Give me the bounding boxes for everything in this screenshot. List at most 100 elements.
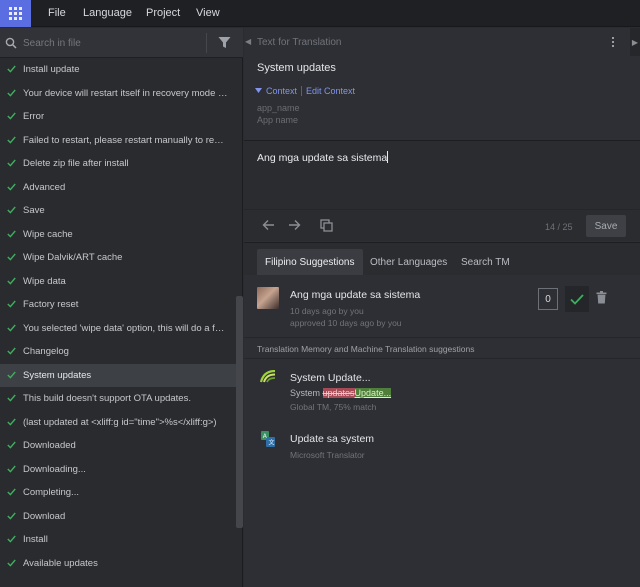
approved-check-icon (7, 253, 16, 261)
mt-suggestion-title: Update sa system (290, 433, 375, 445)
string-list-item-label: System updates (23, 369, 92, 381)
string-list-item[interactable]: Wipe cache (0, 223, 236, 247)
tab-search-tm[interactable]: Search TM (453, 249, 518, 276)
string-list-item[interactable]: This build doesn't support OTA updates. (0, 387, 236, 411)
string-list-item-label: You selected 'wipe data' option, this wi… (23, 322, 228, 334)
source-header: ◀ Text for Translation ▶ (244, 28, 640, 56)
strings-panel: Search in file Install update Your device… (0, 28, 243, 587)
editor-toolbar: 14 / 25 Save (244, 209, 640, 241)
string-list-item[interactable]: You selected 'wipe data' option, this wi… (0, 317, 236, 341)
copy-source-icon[interactable] (320, 219, 333, 232)
editor-panel: ◀ Text for Translation ▶ System updates … (244, 28, 640, 587)
string-list-item[interactable]: Completing... (0, 481, 236, 505)
approved-check-icon (7, 89, 16, 97)
text-caret (387, 151, 389, 163)
character-counter: 14 / 25 (545, 222, 573, 232)
menu-bar: File Language Project View (0, 0, 640, 27)
string-list-item[interactable]: Changelog (0, 340, 236, 364)
tm-suggestion-item[interactable]: System Update... System updatesUpdate...… (244, 360, 640, 412)
string-list-item-label: Download (23, 510, 66, 522)
menu-file[interactable]: File (48, 7, 66, 19)
string-list-item[interactable]: Error (0, 105, 236, 129)
trash-icon[interactable] (596, 291, 607, 304)
string-list-item-label: This build doesn't support OTA updates. (23, 393, 191, 405)
approved-check-icon (7, 512, 16, 520)
string-list-item-label: Install update (23, 64, 80, 76)
string-list-item-label: Factory reset (23, 299, 79, 311)
source-header-title: Text for Translation (257, 37, 342, 48)
string-list-item[interactable]: Downloading... (0, 458, 236, 482)
tm-logo-icon (259, 370, 276, 383)
menu-language[interactable]: Language (83, 7, 132, 19)
approved-check-icon (7, 324, 16, 332)
approved-check-icon (7, 394, 16, 402)
menu-project[interactable]: Project (146, 7, 180, 19)
diff-deleted: updates (322, 388, 355, 398)
suggestion-tabs: Filipino Suggestions Other Languages Sea… (244, 242, 640, 276)
string-list-item[interactable]: Your device will restart itself in recov… (0, 82, 236, 106)
strings-list: Install update Your device will restart i… (0, 58, 236, 575)
string-list-item-label: Completing... (23, 487, 79, 499)
mt-source: Microsoft Translator (290, 450, 365, 460)
approved-check-icon (7, 277, 16, 285)
approved-check-icon (7, 183, 16, 191)
scrollbar[interactable] (236, 296, 243, 528)
string-list-item[interactable]: Delete zip file after install (0, 152, 236, 176)
approved-check-icon (7, 230, 16, 238)
string-list-item-label: Advanced (23, 181, 66, 193)
string-list-item[interactable]: (last updated at <xliff:g id="time">%s</… (0, 411, 236, 435)
menu-view[interactable]: View (196, 7, 220, 19)
collapse-right-icon[interactable]: ▶ (630, 28, 640, 56)
collapse-left-icon[interactable]: ◀ (245, 37, 251, 46)
string-list-item[interactable]: Save (0, 199, 236, 223)
vote-count[interactable]: 0 (538, 288, 558, 310)
more-options-icon[interactable] (612, 37, 614, 47)
string-list-item[interactable]: Download (0, 505, 236, 529)
string-list-item-label: Wipe cache (23, 228, 73, 240)
string-list-item-label: Delete zip file after install (23, 158, 129, 170)
suggestion-approved: approved 10 days ago by you (290, 318, 402, 328)
string-list-item[interactable]: Advanced (0, 176, 236, 200)
string-list-item[interactable]: Wipe data (0, 270, 236, 294)
string-list-item-label: Your device will restart itself in recov… (23, 87, 228, 99)
string-list-item[interactable]: Failed to restart, please restart manual… (0, 129, 236, 153)
search-input[interactable]: Search in file (23, 38, 81, 49)
string-list-item[interactable]: Install (0, 528, 236, 552)
filter-icon[interactable] (218, 36, 231, 49)
arrow-right-icon[interactable] (288, 219, 301, 231)
context-toggle[interactable]: Context (266, 86, 297, 96)
tm-diff: System updatesUpdate... (290, 388, 392, 398)
string-list-item[interactable]: Factory reset (0, 293, 236, 317)
approved-check-icon (7, 300, 16, 308)
translation-input[interactable]: Ang mga update sa sistema (257, 151, 389, 164)
string-context-value: App name (257, 115, 299, 125)
suggestion-added: 10 days ago by you (290, 306, 364, 316)
string-list-item-label: Wipe Dalvik/ART cache (23, 252, 123, 264)
tab-other-languages[interactable]: Other Languages (362, 249, 455, 276)
string-list-item[interactable]: Install update (0, 58, 236, 82)
string-list-item-label: Available updates (23, 557, 98, 569)
approve-button[interactable] (565, 286, 589, 312)
mt-suggestion-item[interactable]: A 文 Update sa system Microsoft Translato… (244, 420, 640, 462)
tm-suggestion-title: System Update... (290, 372, 371, 384)
string-list-item[interactable]: Available updates (0, 552, 236, 576)
string-list-item[interactable]: Downloaded (0, 434, 236, 458)
save-button[interactable]: Save (586, 215, 626, 237)
arrow-left-icon[interactable] (262, 219, 275, 231)
string-list-item-label: Downloading... (23, 463, 86, 475)
translation-editor[interactable]: Ang mga update sa sistema (244, 141, 640, 209)
string-list-item-label: Error (23, 111, 45, 123)
svg-text:文: 文 (269, 439, 275, 447)
grid-icon (9, 7, 22, 20)
translator-icon: A 文 (261, 431, 275, 447)
diff-inserted: Update... (354, 388, 392, 398)
tab-filipino-suggestions[interactable]: Filipino Suggestions (257, 249, 363, 276)
edit-context-link[interactable]: Edit Context (306, 86, 355, 96)
checkmark-icon (570, 293, 584, 305)
string-list-item[interactable]: Wipe Dalvik/ART cache (0, 246, 236, 270)
approved-check-icon (7, 347, 16, 355)
string-list-item[interactable]: System updates (0, 363, 236, 387)
string-list-item-label: Install (23, 534, 48, 546)
string-list-item-label: Downloaded (23, 440, 76, 452)
app-grid-button[interactable] (0, 0, 31, 27)
